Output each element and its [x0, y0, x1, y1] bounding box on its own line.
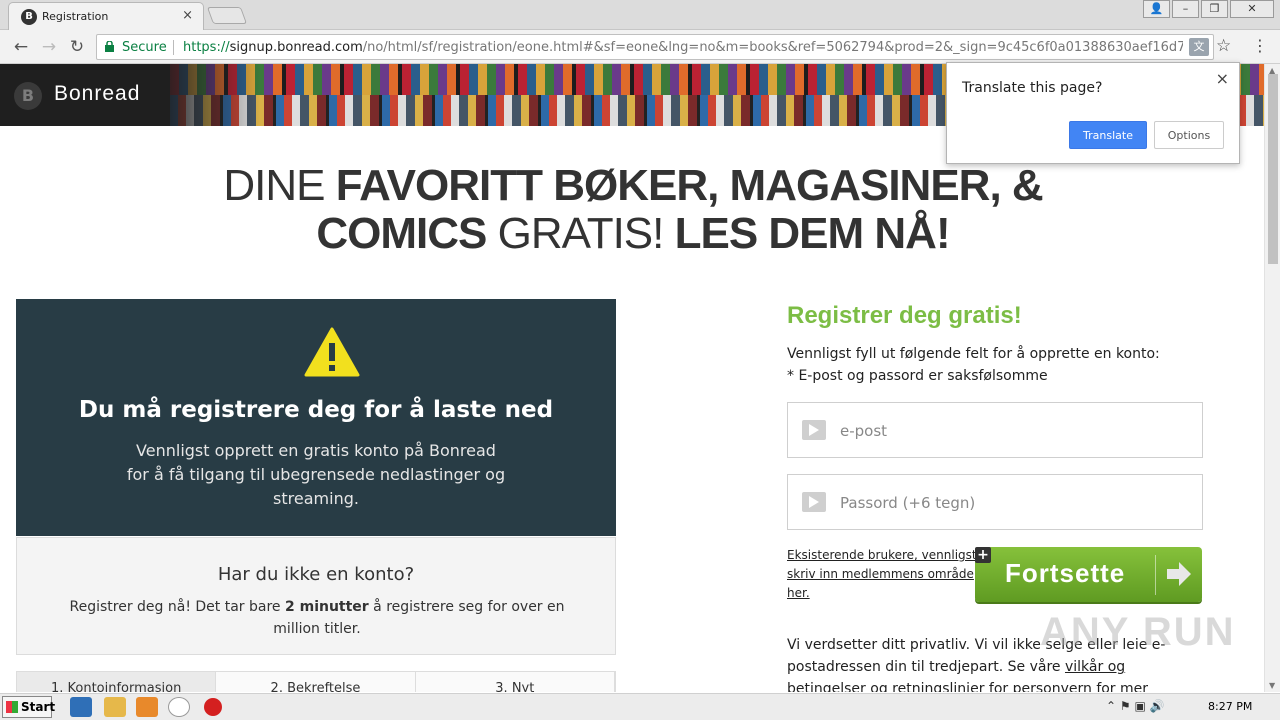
headline-part-2: FAVORITT BØKER, MAGASINER, &	[335, 161, 1044, 210]
page-scrollbar[interactable]: ▲ ▼	[1264, 64, 1280, 692]
window-close-button[interactable]: ✕	[1230, 0, 1274, 18]
tab-strip: B Registration × 👤 – ❐ ✕	[0, 0, 1280, 30]
translate-close-icon[interactable]: ×	[1216, 69, 1229, 88]
reload-icon[interactable]: ↻	[66, 36, 88, 58]
os-taskbar: Start ⌃ ⚑ ▣ 🔊 8:27 PM	[0, 692, 1280, 720]
url-host: signup.bonread.com	[229, 40, 363, 55]
omnibox-separator	[173, 40, 174, 55]
start-label: Start	[21, 700, 56, 714]
window-controls: 👤 – ❐ ✕	[1141, 0, 1274, 18]
arrow-right-icon	[1167, 562, 1191, 586]
explorer-folder-icon[interactable]	[104, 697, 126, 717]
continue-button[interactable]: Fortsette	[975, 547, 1202, 602]
clock[interactable]: 8:27 PM	[1208, 700, 1252, 713]
browser-toolbar: ← → ↻ Secure https://signup.bonread.com/…	[0, 30, 1280, 64]
existing-users-link[interactable]: Eksisterende brukere, vennligst skriv in…	[787, 546, 977, 603]
page-headline: DINE FAVORITT BØKER, MAGASINER, & COMICS…	[140, 162, 1126, 258]
new-tab-button[interactable]	[206, 7, 248, 24]
form-intro: Vennligst fyll ut følgende felt for å op…	[787, 343, 1207, 387]
windows-logo-icon	[6, 701, 18, 713]
browser-menu-icon[interactable]: ⋮	[1252, 36, 1268, 55]
translate-button[interactable]: Translate	[1069, 121, 1147, 149]
media-player-icon[interactable]	[136, 697, 158, 717]
headline-part-3: COMICS	[316, 209, 487, 258]
notice-text: Vennligst opprett en gratis konto på Bon…	[126, 441, 506, 508]
email-field	[787, 402, 1203, 458]
no-account-panel: Har du ikke en konto? Registrer deg nå! …	[16, 537, 616, 655]
plus-icon: +	[975, 547, 991, 563]
forward-arrow-icon[interactable]: →	[38, 36, 60, 58]
headline-part-1: DINE	[223, 161, 336, 210]
system-tray-icons[interactable]: ⌃ ⚑ ▣ 🔊	[1106, 699, 1165, 713]
site-logo-text[interactable]: Bonread	[54, 82, 140, 106]
no-account-text-before: Registrer deg nå! Det tar bare	[69, 599, 285, 615]
form-title: Registrer deg gratis!	[787, 302, 1022, 329]
no-account-text-bold: 2 minutter	[284, 599, 369, 615]
address-bar[interactable]: Secure https://signup.bonread.com/no/htm…	[96, 34, 1214, 60]
translate-icon[interactable]: 文	[1189, 38, 1209, 56]
back-arrow-icon[interactable]: ←	[10, 36, 32, 58]
antivirus-icon[interactable]	[204, 698, 222, 716]
bookmark-star-icon[interactable]: ☆	[1216, 36, 1231, 56]
continue-button-label: Fortsette	[1005, 558, 1126, 588]
scroll-down-icon[interactable]: ▼	[1269, 681, 1275, 690]
lock-icon	[105, 41, 114, 52]
bonread-favicon-icon: B	[21, 9, 37, 25]
tab-close-icon[interactable]: ×	[182, 8, 193, 23]
arrow-right-icon	[802, 492, 826, 512]
url-scheme: https://	[183, 40, 230, 55]
arrow-right-icon	[802, 420, 826, 440]
step-1: 1. Kontoinformasjon	[17, 672, 217, 696]
ie-icon[interactable]	[70, 697, 92, 717]
tab-title: Registration	[42, 10, 109, 23]
register-notice-panel: Du må registrere deg for å laste ned Ven…	[16, 299, 616, 536]
form-intro-line-2: * E-post og passord er saksfølsomme	[787, 368, 1048, 384]
headline-part-4: GRATIS!	[486, 209, 675, 258]
password-field	[787, 474, 1203, 530]
translate-question: Translate this page?	[962, 80, 1103, 96]
anyrun-watermark: ANY RUN	[1040, 610, 1236, 654]
form-intro-line-1: Vennligst fyll ut følgende felt for å op…	[787, 346, 1160, 362]
password-input[interactable]	[840, 489, 1180, 517]
no-account-title: Har du ikke en konto?	[217, 564, 415, 585]
button-divider	[1155, 555, 1156, 595]
url-path: /no/html/sf/registration/eone.html#&sf=e…	[362, 40, 1183, 55]
step-2: 2. Bekreftelse	[216, 672, 416, 696]
user-profile-icon[interactable]: 👤	[1143, 0, 1170, 18]
minimize-button[interactable]: –	[1172, 0, 1199, 18]
step-3: 3. Nyt	[415, 672, 615, 696]
tab-registration[interactable]: B Registration ×	[8, 2, 204, 30]
chrome-icon[interactable]	[168, 697, 190, 717]
scrollbar-thumb[interactable]	[1268, 74, 1278, 264]
bonread-logo-icon[interactable]: B	[14, 82, 42, 110]
registration-steps: 1. Kontoinformasjon 2. Bekreftelse 3. Ny…	[16, 671, 616, 696]
translate-options-button[interactable]: Options	[1154, 121, 1224, 149]
secure-label: Secure	[122, 40, 167, 55]
headline-part-5: LES DEM NÅ!	[674, 209, 951, 258]
translate-popup: Translate this page? × Translate Options	[946, 62, 1240, 164]
url-text[interactable]: https://signup.bonread.com/no/html/sf/re…	[183, 40, 1183, 55]
maximize-button[interactable]: ❐	[1201, 0, 1228, 18]
no-account-text: Registrer deg nå! Det tar bare 2 minutte…	[53, 596, 581, 640]
email-input[interactable]	[840, 417, 1180, 445]
notice-title: Du må registrere deg for å laste ned	[78, 397, 554, 423]
warning-icon	[304, 327, 360, 377]
start-button[interactable]: Start	[2, 696, 56, 718]
